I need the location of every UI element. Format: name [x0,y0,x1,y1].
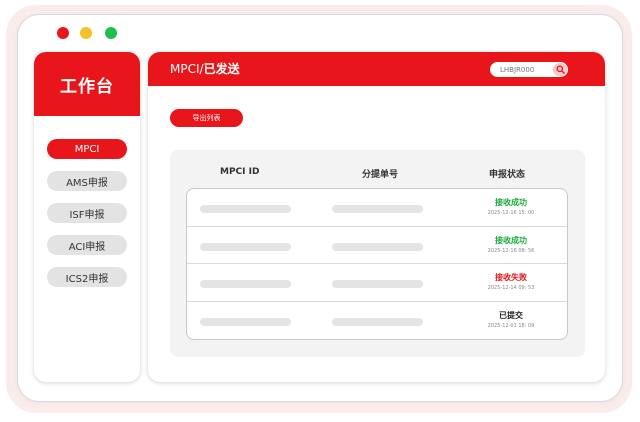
status-cell: 已提交 2025-12-01 18: 09 [457,310,565,331]
status-text: 接收成功 [495,235,527,245]
mpci-id-placeholder [200,242,291,251]
breadcrumb-current: 已发送 [203,62,240,76]
status-timestamp: 2025-12-01 18: 09 [487,322,535,329]
house-bill-placeholder [332,242,423,251]
sidebar: 工作台 MPCI AMS申报 ISF申报 ACI申报 ICS2申报 [34,52,140,382]
sidebar-item-aci[interactable]: ACI申报 [47,235,127,255]
status-cell: 接收成功 2025-12-16 15: 00 [457,197,565,218]
status-timestamp: 2025-12-16 08: 56 [487,247,535,254]
window-maximize-dot[interactable] [105,27,117,39]
table-row[interactable]: 接收成功 2025-12-16 15: 00 [187,189,567,227]
column-header-house-bill: 分提单号 [362,170,399,180]
status-text: 接收失败 [495,273,527,282]
declaration-table: MPCI ID 分提单号 申报状态 接收成功 2025-12-16 15: 00… [170,150,585,357]
sidebar-item-mpci[interactable]: MPCI [47,139,127,159]
mpci-id-placeholder [200,205,291,213]
main-header: MPCI/已发送 [148,52,605,86]
status-timestamp: 2025-12-16 15: 00 [487,210,535,216]
search-input[interactable] [500,65,546,74]
sidebar-item-isf[interactable]: ISF申报 [47,203,127,223]
table-row[interactable]: 接收失败 2025-12-14 09: 53 [187,264,567,302]
house-bill-placeholder [332,205,423,213]
sidebar-item-ams[interactable]: AMS申报 [47,171,127,191]
status-text: 已提交 [499,310,523,320]
house-bill-placeholder [332,280,423,288]
column-header-status: 申报状态 [489,170,526,180]
column-header-mpci-id: MPCI ID [220,167,260,177]
window-minimize-dot[interactable] [80,27,92,39]
house-bill-placeholder [332,317,423,326]
mpci-id-placeholder [200,317,291,326]
table-row[interactable]: 接收成功 2025-12-16 08: 56 [187,227,567,264]
export-list-button[interactable]: 导出列表 [170,109,243,127]
status-timestamp: 2025-12-14 09: 53 [487,285,535,291]
sidebar-item-ics2[interactable]: ICS2申报 [47,267,127,287]
window-close-dot[interactable] [57,27,69,39]
status-cell: 接收失败 2025-12-14 09: 53 [457,272,565,293]
breadcrumb: MPCI/已发送 [170,61,240,77]
status-cell: 接收成功 2025-12-16 08: 56 [457,235,565,256]
table-body: 接收成功 2025-12-16 15: 00 接收成功 2025-12-16 0… [186,188,568,340]
breadcrumb-parent[interactable]: MPCI/ [170,62,204,76]
sidebar-title: 工作台 [34,52,140,116]
mpci-id-placeholder [200,280,291,288]
sidebar-nav: MPCI AMS申报 ISF申报 ACI申报 ICS2申报 [47,139,127,299]
search-icon[interactable] [553,63,567,76]
status-text: 接收成功 [495,198,527,207]
table-row[interactable]: 已提交 2025-12-01 18: 09 [187,302,567,340]
main-panel: MPCI/已发送 导出列表 MPCI ID 分提单号 申报状态 接收成功 202… [148,52,605,382]
search-box [490,62,568,77]
